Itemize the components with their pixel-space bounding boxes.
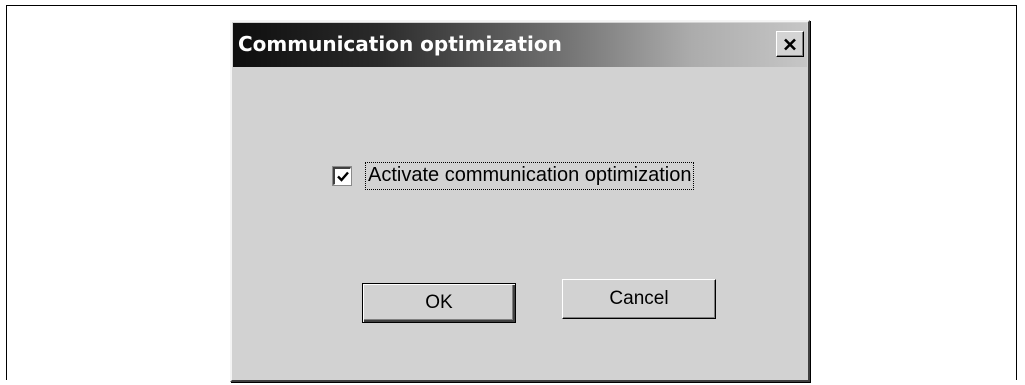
activate-optimization-option[interactable]: Activate communication optimization — [333, 159, 695, 193]
close-icon — [783, 38, 797, 51]
close-button[interactable] — [776, 31, 804, 57]
activate-optimization-checkbox[interactable] — [333, 167, 351, 185]
checkmark-icon — [336, 171, 349, 182]
activate-optimization-label[interactable]: Activate communication optimization — [365, 162, 695, 190]
communication-optimization-dialog: Communication optimization Activate comm… — [230, 20, 810, 382]
ok-button[interactable]: OK — [362, 283, 516, 323]
dialog-title: Communication optimization — [238, 32, 562, 56]
title-bar[interactable]: Communication optimization — [233, 23, 807, 67]
cancel-button[interactable]: Cancel — [562, 279, 716, 319]
